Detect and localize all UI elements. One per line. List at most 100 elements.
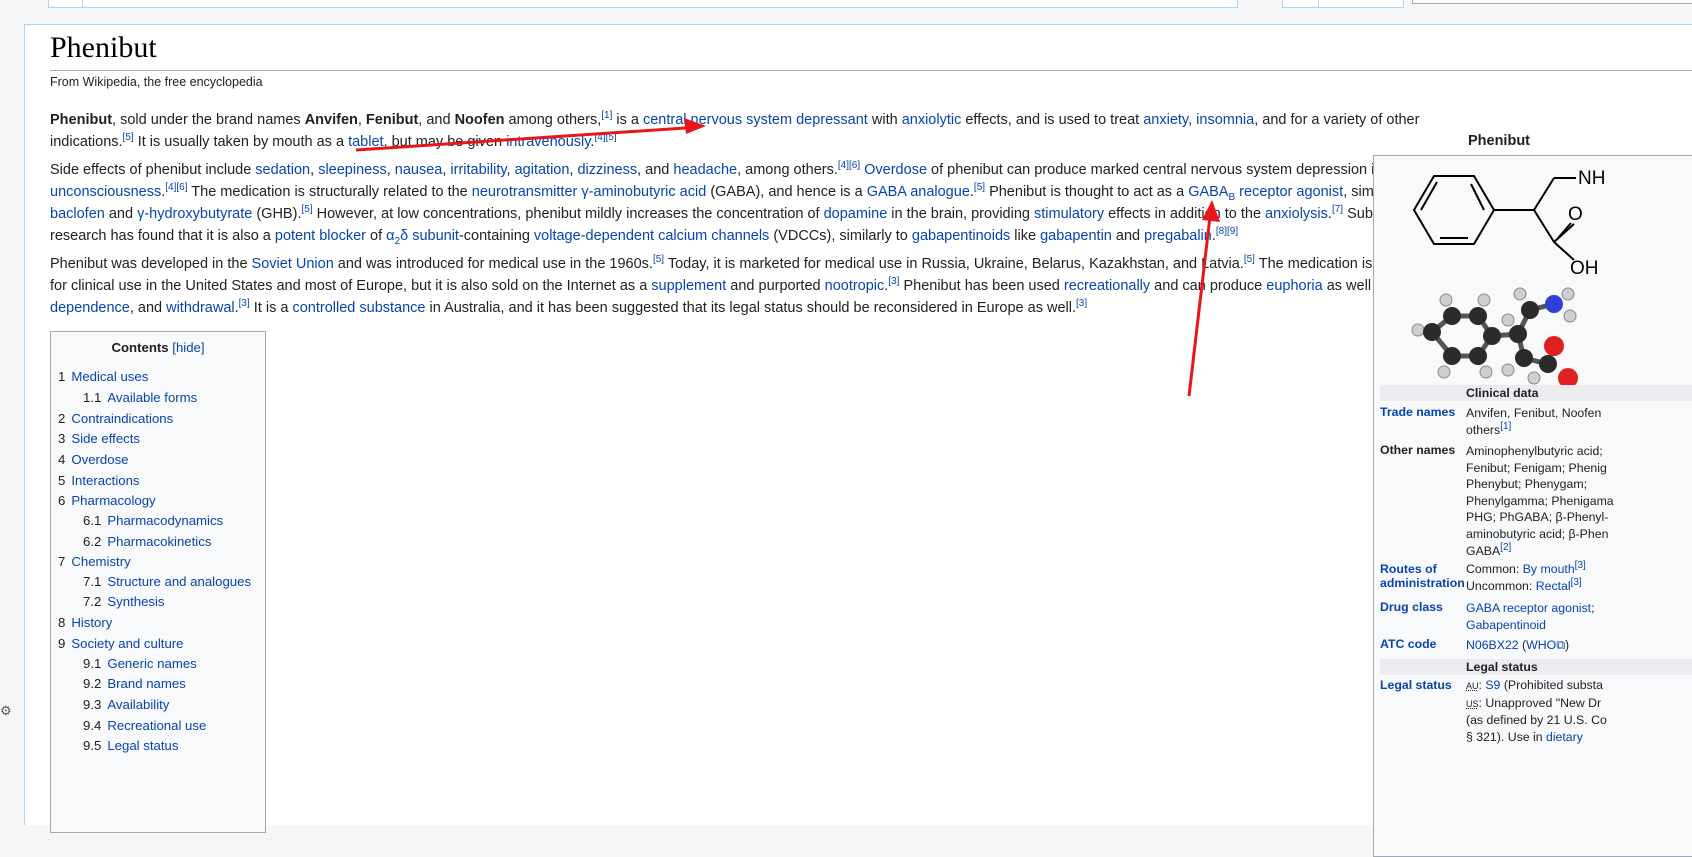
wiki-link[interactable]: recreationally — [1064, 278, 1150, 294]
toc-hide-link[interactable]: [hide] — [172, 340, 204, 355]
toc-item[interactable]: 3 Side effects — [58, 431, 140, 446]
wiki-link[interactable]: intravenously — [506, 134, 590, 150]
toc-item[interactable]: 2 Contraindications — [58, 411, 173, 426]
wiki-link[interactable]: nausea — [395, 162, 443, 178]
wiki-link[interactable]: anxiolytic — [902, 112, 962, 128]
citation-link[interactable]: [4][6] — [838, 160, 860, 171]
toc-item-label[interactable]: Interactions — [71, 473, 139, 488]
wiki-link[interactable]: α — [386, 228, 394, 244]
toc-item-label[interactable]: Generic names — [107, 656, 196, 671]
wiki-link[interactable]: agonist — [1296, 184, 1343, 200]
wiki-link[interactable]: dietary — [1546, 730, 1583, 744]
citation-link[interactable]: [5] — [974, 182, 985, 193]
wiki-link[interactable]: sleepiness — [318, 162, 387, 178]
toc-item[interactable]: 4 Overdose — [58, 452, 129, 467]
wiki-link[interactable]: controlled substance — [292, 300, 425, 316]
wiki-link[interactable]: GABA — [1188, 184, 1228, 200]
legal-status-label[interactable]: Legal status — [1380, 678, 1464, 692]
wiki-link[interactable]: irritability — [450, 162, 506, 178]
citation-link[interactable]: [3] — [1571, 577, 1582, 588]
toc-item-label[interactable]: Synthesis — [107, 594, 164, 609]
gear-icon[interactable]: ⚙ — [0, 703, 12, 719]
ball-and-stick-model-image[interactable] — [1404, 280, 1604, 392]
citation-link[interactable]: [8][9] — [1216, 226, 1238, 237]
wiki-link[interactable]: Rectal — [1536, 579, 1571, 593]
toc-item[interactable]: 9.1 Generic names — [83, 656, 197, 671]
citation-link[interactable]: [3] — [239, 298, 250, 309]
citation-link[interactable]: [1] — [601, 110, 612, 121]
wiki-link[interactable]: γ-hydroxybutyrate — [137, 206, 252, 222]
toc-item[interactable]: 9.4 Recreational use — [83, 718, 206, 733]
wiki-link[interactable]: anxiety — [1143, 112, 1188, 128]
toc-item-label[interactable]: Society and culture — [71, 636, 183, 651]
citation-link[interactable]: [5] — [1244, 254, 1255, 265]
citation-link[interactable]: [4][6] — [165, 182, 187, 193]
toc-item-label[interactable]: Recreational use — [107, 718, 206, 733]
toc-item[interactable]: 5 Interactions — [58, 473, 140, 488]
wiki-link[interactable]: euphoria — [1266, 278, 1322, 294]
toc-item[interactable]: 1.1 Available forms — [83, 390, 197, 405]
toc-item[interactable]: 7.2 Synthesis — [83, 594, 165, 609]
wiki-link[interactable]: ⧉ — [1556, 638, 1565, 652]
toc-item[interactable]: 9.5 Legal status — [83, 738, 178, 753]
citation-link[interactable]: [2] — [1500, 541, 1511, 552]
wiki-link[interactable]: S9 — [1485, 678, 1500, 692]
toc-item[interactable]: 9.3 Availability — [83, 697, 169, 712]
toc-item-label[interactable]: Availability — [107, 697, 169, 712]
trade-names-label[interactable]: Trade names — [1380, 405, 1464, 419]
toc-item[interactable]: 6.2 Pharmacokinetics — [83, 534, 211, 549]
toc-item-label[interactable]: Overdose — [71, 452, 128, 467]
toc-item[interactable]: 9 Society and culture — [58, 636, 184, 651]
atc-code-label[interactable]: ATC code — [1380, 637, 1464, 651]
citation-link[interactable]: [5] — [123, 132, 134, 143]
wiki-link[interactable]: pregabalin — [1144, 228, 1212, 244]
structural-formula-image[interactable]: NH2 O OH — [1404, 164, 1604, 276]
wiki-link[interactable]: potent blocker — [275, 228, 366, 244]
wiki-link[interactable]: receptor — [1235, 184, 1292, 200]
wiki-link[interactable]: dizziness — [577, 162, 637, 178]
wiki-link[interactable]: tablet — [348, 134, 383, 150]
wiki-link[interactable]: headache — [673, 162, 737, 178]
toc-item-label[interactable]: Available forms — [107, 390, 197, 405]
toc-item[interactable]: 9.2 Brand names — [83, 676, 186, 691]
wiki-link[interactable]: GABA receptor agonist — [1466, 601, 1591, 615]
wiki-link[interactable]: agitation — [515, 162, 570, 178]
toc-item-label[interactable]: Structure and analogues — [107, 574, 251, 589]
toc-item-label[interactable]: Pharmacokinetics — [107, 534, 211, 549]
wiki-link[interactable]: sedation — [255, 162, 310, 178]
toc-item-label[interactable]: Contraindications — [71, 411, 173, 426]
citation-link[interactable]: [7] — [1332, 204, 1343, 215]
wiki-link[interactable]: Gabapentinoid — [1466, 618, 1546, 632]
toc-item-label[interactable]: Side effects — [71, 431, 140, 446]
citation-link[interactable]: [3] — [888, 276, 899, 287]
wiki-link[interactable]: baclofen — [50, 206, 105, 222]
wiki-link[interactable]: WHO — [1526, 638, 1556, 652]
toc-item[interactable]: 6.1 Pharmacodynamics — [83, 513, 223, 528]
routes-label[interactable]: Routes of administration — [1380, 562, 1465, 590]
wiki-link[interactable]: gabapentin — [1040, 228, 1112, 244]
drug-class-label[interactable]: Drug class — [1380, 600, 1464, 614]
citation-link[interactable]: [3] — [1575, 560, 1586, 571]
wiki-link[interactable]: voltage-dependent calcium channels — [534, 228, 769, 244]
wiki-link[interactable]: nootropic — [825, 278, 885, 294]
wiki-link[interactable]: Overdose — [864, 162, 927, 178]
toc-item-label[interactable]: Brand names — [107, 676, 185, 691]
citation-link[interactable]: [4][5] — [594, 132, 616, 143]
toc-item-label[interactable]: History — [71, 615, 112, 630]
citation-link[interactable]: [5] — [653, 254, 664, 265]
wiki-link[interactable]: By mouth — [1523, 562, 1575, 576]
toc-item-label[interactable]: Medical uses — [71, 369, 148, 384]
toc-item-label[interactable]: Legal status — [107, 738, 178, 753]
search-input[interactable] — [1412, 0, 1692, 4]
top-tab[interactable] — [48, 0, 83, 7]
toc-item-label[interactable]: Pharmacodynamics — [107, 513, 223, 528]
wiki-link[interactable]: γ-aminobutyric acid — [581, 184, 706, 200]
wiki-link[interactable]: dependence — [50, 300, 130, 316]
wiki-link[interactable]: insomnia — [1196, 112, 1254, 128]
wiki-link[interactable]: Soviet Union — [252, 256, 334, 272]
toc-item[interactable]: 6 Pharmacology — [58, 493, 156, 508]
wiki-link[interactable]: gabapentinoids — [912, 228, 1010, 244]
wiki-link[interactable]: central nervous system depressant — [643, 112, 868, 128]
wiki-link[interactable]: neurotransmitter — [472, 184, 578, 200]
wiki-link[interactable]: supplement — [651, 278, 726, 294]
